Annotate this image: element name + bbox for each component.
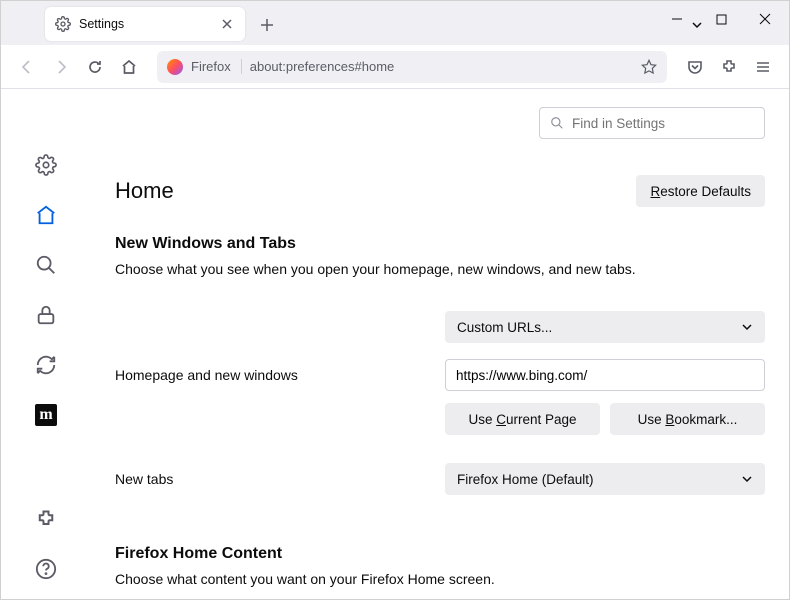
address-bar[interactable]: Firefox about:preferences#home xyxy=(157,51,667,83)
use-current-page-button[interactable]: Use Current Page xyxy=(445,403,600,435)
search-settings-input[interactable]: Find in Settings xyxy=(539,107,765,139)
newtabs-dropdown[interactable]: Firefox Home (Default) xyxy=(445,463,765,495)
sidebar-item-home[interactable] xyxy=(32,201,60,229)
homepage-mode-dropdown[interactable]: Custom URLs... xyxy=(445,311,765,343)
section-home-content-desc: Choose what content you want on your Fir… xyxy=(115,571,765,587)
section-new-windows-desc: Choose what you see when you open your h… xyxy=(115,261,765,277)
section-home-content-title: Firefox Home Content xyxy=(115,545,765,563)
page-title: Home xyxy=(115,178,174,204)
forward-button[interactable] xyxy=(45,51,77,83)
url-text: about:preferences#home xyxy=(250,59,633,74)
homepage-label: Homepage and new windows xyxy=(115,367,445,383)
extensions-button[interactable] xyxy=(713,51,745,83)
tab-title: Settings xyxy=(79,17,211,31)
newtabs-label: New tabs xyxy=(115,471,445,487)
sidebar-item-general[interactable] xyxy=(32,151,60,179)
sidebar-item-search[interactable] xyxy=(32,251,60,279)
star-icon[interactable] xyxy=(641,59,657,75)
nav-toolbar: Firefox about:preferences#home xyxy=(1,45,789,89)
sidebar-item-more[interactable]: m xyxy=(32,401,60,429)
sidebar-item-support[interactable] xyxy=(32,555,60,583)
homepage-url-input[interactable] xyxy=(445,359,765,391)
minimize-button[interactable] xyxy=(655,1,699,37)
close-window-button[interactable] xyxy=(743,1,787,37)
main-content: Find in Settings Home Restore Defaults N… xyxy=(91,89,789,599)
sidebar-item-extensions[interactable] xyxy=(32,505,60,533)
tab-strip: Settings xyxy=(1,1,789,45)
settings-sidebar: m xyxy=(1,89,91,599)
active-tab[interactable]: Settings xyxy=(45,7,245,41)
close-tab-button[interactable] xyxy=(219,16,235,32)
pocket-button[interactable] xyxy=(679,51,711,83)
app-menu-button[interactable] xyxy=(747,51,779,83)
search-placeholder: Find in Settings xyxy=(572,116,665,131)
reload-button[interactable] xyxy=(79,51,111,83)
sidebar-item-sync[interactable] xyxy=(32,351,60,379)
more-from-mozilla-icon: m xyxy=(35,404,57,426)
section-new-windows-title: New Windows and Tabs xyxy=(115,235,765,253)
use-bookmark-button[interactable]: Use Bookmark... xyxy=(610,403,765,435)
new-tab-button[interactable] xyxy=(253,11,281,39)
sidebar-item-privacy[interactable] xyxy=(32,301,60,329)
identity-label: Firefox xyxy=(191,59,242,74)
home-button[interactable] xyxy=(113,51,145,83)
maximize-button[interactable] xyxy=(699,1,743,37)
firefox-logo-icon xyxy=(167,59,183,75)
gear-icon xyxy=(55,16,71,32)
restore-defaults-button[interactable]: Restore Defaults xyxy=(636,175,765,207)
back-button[interactable] xyxy=(11,51,43,83)
